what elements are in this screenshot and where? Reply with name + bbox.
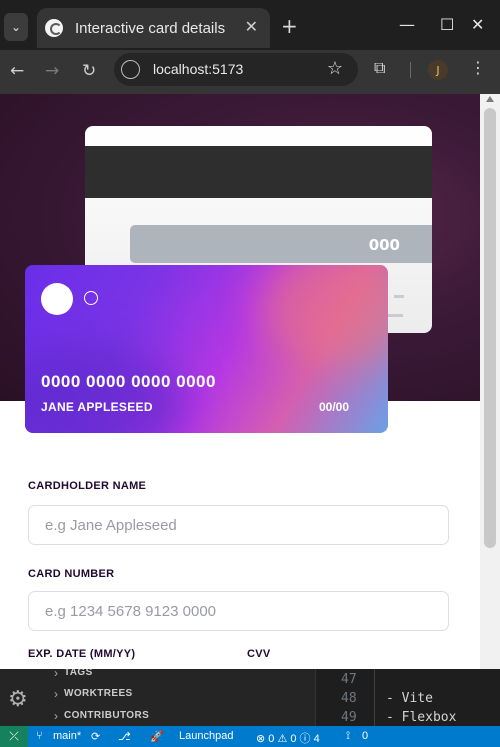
- branch-name[interactable]: main*: [53, 730, 81, 742]
- ports-count[interactable]: 0: [362, 730, 368, 742]
- profile-avatar[interactable]: J: [428, 60, 448, 80]
- card-logo-ring: [84, 291, 98, 305]
- git-graph-icon[interactable]: ⎇: [118, 730, 131, 743]
- card-expiry: 00/00: [318, 400, 349, 414]
- tab-title: Interactive card details: [75, 19, 226, 37]
- scrollbar-thumb[interactable]: [484, 108, 496, 548]
- exp-date-label: EXP. DATE (MM/YY): [28, 648, 136, 660]
- remote-icon[interactable]: ⤫: [0, 726, 28, 747]
- forward-arrow-icon[interactable]: →: [45, 61, 59, 81]
- new-tab-button[interactable]: +: [281, 14, 298, 38]
- toolbar-divider: [410, 62, 411, 78]
- indent-guide: [374, 669, 375, 726]
- activity-bar: ⚙: [0, 669, 43, 726]
- line-number: 47: [341, 672, 357, 687]
- maximize-button[interactable]: ☐: [440, 15, 454, 34]
- cardholder-name-label: CARDHOLDER NAME: [28, 480, 147, 492]
- rocket-icon: 🚀: [150, 731, 164, 743]
- card-logo-circle: [41, 283, 73, 315]
- ports-icon: ⟟: [346, 730, 351, 742]
- bookmark-star-icon[interactable]: ☆: [327, 58, 343, 79]
- code-line[interactable]: - Vite: [386, 691, 433, 706]
- card-number-input[interactable]: [28, 591, 449, 631]
- extensions-icon[interactable]: ⧉: [374, 58, 385, 78]
- status-bar: ⤫ ⑂ main* ⟳ ⎇ 🚀 Launchpad ⊗ 0 ⚠ 0 ⓘ 4 ⟟ …: [0, 726, 500, 747]
- url-bar[interactable]: localhost:5173 ☆: [114, 53, 358, 86]
- code-line[interactable]: - Flexbox: [386, 710, 456, 725]
- reload-icon[interactable]: ↻: [82, 61, 96, 81]
- back-arrow-icon[interactable]: ←: [10, 61, 24, 81]
- branch-icon: ⑂: [36, 730, 43, 742]
- web-page: 000 0000 0000 0000 0000 JANE APPLESEED 0…: [0, 94, 480, 669]
- card-front: 0000 0000 0000 0000 JANE APPLESEED 00/00: [25, 265, 388, 433]
- page-scrollbar[interactable]: [480, 94, 500, 669]
- card-holder-name: JANE APPLESEED: [41, 400, 153, 414]
- sync-icon[interactable]: ⟳: [91, 730, 100, 743]
- chevron-down-icon: ⌄: [10, 20, 22, 34]
- card-back-marks: [394, 295, 404, 298]
- browser-tab[interactable]: Interactive card details ✕: [37, 8, 270, 48]
- kebab-menu-icon[interactable]: ⋮: [470, 58, 486, 77]
- cardholder-name-input[interactable]: [28, 505, 449, 545]
- card-number: 0000 0000 0000 0000: [41, 372, 216, 391]
- minimize-button[interactable]: —: [399, 15, 415, 34]
- line-number: 48: [341, 691, 357, 706]
- close-window-button[interactable]: ✕: [471, 15, 484, 34]
- favicon-icon: [45, 19, 63, 37]
- line-number: 49: [341, 710, 357, 725]
- card-number-label: CARD NUMBER: [28, 568, 115, 580]
- panel-row-worktrees[interactable]: WORKTREES: [54, 687, 133, 701]
- browser-tab-bar: ⌄ Interactive card details ✕ + — ☐ ✕: [0, 0, 500, 50]
- launchpad-label[interactable]: Launchpad: [179, 730, 233, 742]
- gear-icon[interactable]: ⚙: [8, 687, 28, 712]
- url-text[interactable]: localhost:5173: [153, 61, 243, 77]
- source-control-panel: TAGS WORKTREES CONTRIBUTORS: [43, 669, 316, 726]
- tab-search-button[interactable]: ⌄: [4, 13, 28, 41]
- vscode-window: ⚙ TAGS WORKTREES CONTRIBUTORS 47 48 - Vi…: [0, 669, 500, 726]
- panel-row-contributors[interactable]: CONTRIBUTORS: [54, 709, 149, 723]
- panel-row-tags[interactable]: TAGS: [54, 669, 93, 680]
- magnetic-stripe: [85, 146, 432, 198]
- site-info-icon[interactable]: [121, 60, 140, 79]
- tab-close-icon[interactable]: ✕: [245, 17, 258, 36]
- problems-indicator[interactable]: ⊗ 0 ⚠ 0 ⓘ 4: [256, 730, 320, 746]
- card-cvc: 000: [368, 236, 400, 254]
- cvv-label: CVV: [247, 648, 271, 660]
- scroll-up-icon[interactable]: [486, 96, 494, 102]
